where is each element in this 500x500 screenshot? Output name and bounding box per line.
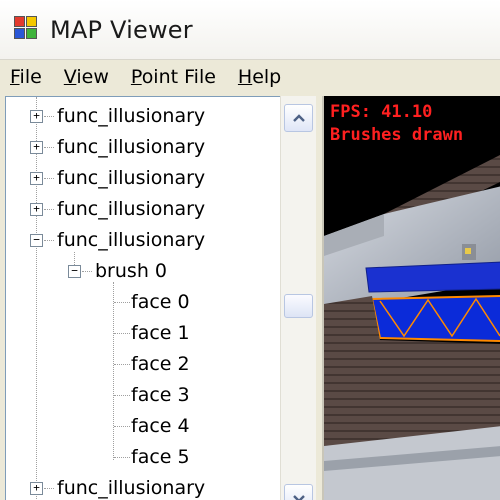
tree-item-label: brush 0 <box>95 260 167 282</box>
tree-item-label: face 1 <box>131 322 190 344</box>
tree-connector <box>114 333 130 334</box>
tree-item-label: func_illusionary <box>57 477 206 499</box>
scroll-up-button[interactable] <box>284 104 313 132</box>
scene-render <box>324 155 500 500</box>
menu-point-file[interactable]: Point File <box>131 66 216 88</box>
app-windows-icon[interactable] <box>14 16 40 42</box>
scroll-thumb[interactable] <box>284 294 313 318</box>
menu-view-mnemonic: V <box>63 66 77 88</box>
expand-plus-icon[interactable]: + <box>30 172 43 185</box>
tree-connector <box>44 488 54 489</box>
tree-item-label: face 3 <box>131 384 190 406</box>
tree-connector <box>114 457 130 458</box>
menu-help-rest: elp <box>252 66 282 88</box>
menu-help[interactable]: Help <box>238 66 281 88</box>
menu-file-rest: ile <box>19 66 42 88</box>
expand-plus-icon[interactable]: + <box>30 110 43 123</box>
tree-item-label: func_illusionary <box>57 229 206 251</box>
menu-view-rest: iew <box>76 66 109 88</box>
fps-readout: FPS: 41.10 <box>330 102 433 122</box>
collapse-minus-icon[interactable]: − <box>68 265 81 278</box>
menu-help-mnemonic: H <box>237 66 253 88</box>
tree-connector <box>82 271 92 272</box>
title-bar: MAP Viewer <box>0 0 500 60</box>
menu-view[interactable]: View <box>64 66 109 88</box>
expand-plus-icon[interactable]: + <box>30 482 43 495</box>
tree-connector <box>114 302 130 303</box>
brushes-readout: Brushes drawn <box>330 125 464 145</box>
entity-tree[interactable]: + func_illusionary + func_illusionary + … <box>5 96 280 500</box>
tree-item-label: face 0 <box>131 291 190 313</box>
window-title: MAP Viewer <box>50 16 193 44</box>
chevron-up-icon <box>292 114 305 122</box>
tree-connector <box>114 364 130 365</box>
expand-plus-icon[interactable]: + <box>30 203 43 216</box>
menu-bar: File View Point File Help <box>0 60 500 94</box>
tree-item-label: face 5 <box>131 446 190 468</box>
tree-scrollbar[interactable] <box>280 96 316 500</box>
tree-item-label: func_illusionary <box>57 167 206 189</box>
render-viewport[interactable]: FPS: 41.10 Brushes drawn <box>322 96 500 500</box>
scroll-down-button[interactable] <box>284 484 313 500</box>
tree-connector <box>44 178 54 179</box>
tree-item-label: face 2 <box>131 353 190 375</box>
collapse-minus-icon[interactable]: − <box>30 234 43 247</box>
tree-item-label: func_illusionary <box>57 136 206 158</box>
chevron-down-icon <box>292 495 305 500</box>
tree-guide-line <box>113 282 114 460</box>
tree-item-label: face 4 <box>131 415 190 437</box>
menu-point-file-mnemonic: P <box>130 66 142 88</box>
tree-connector <box>114 426 130 427</box>
tree-item-label: func_illusionary <box>57 105 206 127</box>
tree-connector <box>44 209 54 210</box>
tree-connector <box>44 147 54 148</box>
expand-plus-icon[interactable]: + <box>30 141 43 154</box>
menu-file-mnemonic: F <box>10 66 20 88</box>
menu-file[interactable]: File <box>10 66 42 88</box>
tree-guide-line <box>36 97 37 500</box>
tree-connector <box>44 240 54 241</box>
tree-item-label: func_illusionary <box>57 198 206 220</box>
menu-point-file-rest: oint File <box>141 66 216 88</box>
tree-connector <box>114 395 130 396</box>
tree-connector <box>44 116 54 117</box>
